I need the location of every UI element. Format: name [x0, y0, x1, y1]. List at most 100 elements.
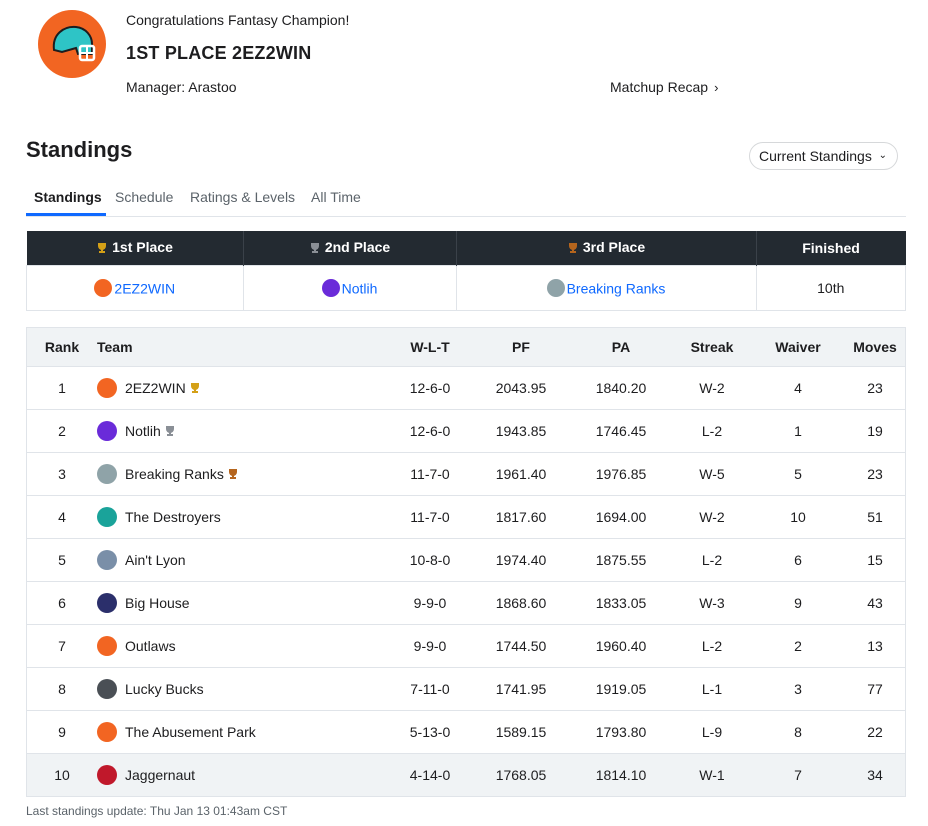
team-logo-icon[interactable]	[97, 378, 117, 398]
team-cell: Breaking Ranks	[97, 452, 387, 496]
waiver-cell: 1	[751, 409, 845, 453]
streak-cell: L-9	[673, 710, 751, 754]
champion-team-logo[interactable]	[38, 10, 106, 78]
team-cell: The Destroyers	[97, 495, 387, 539]
team-name-link[interactable]: Notlih	[125, 423, 161, 439]
col-team[interactable]: Team	[97, 327, 387, 367]
team-logo-icon[interactable]	[97, 765, 117, 785]
second-place-team-link[interactable]: Notlih	[342, 280, 378, 296]
team-name-link[interactable]: The Abusement Park	[125, 724, 256, 740]
team-cell: Notlih	[97, 409, 387, 453]
rank-cell: 6	[26, 581, 97, 625]
waiver-cell: 3	[751, 667, 845, 711]
streak-cell: L-1	[673, 667, 751, 711]
team-logo-icon[interactable]	[97, 679, 117, 699]
table-row: 7 Outlaws 9-9-0 1744.50 1960.40 L-2 2 13	[26, 624, 906, 668]
col-streak[interactable]: Streak	[673, 327, 751, 367]
col-wlt[interactable]: W-L-T	[387, 327, 473, 367]
wlt-cell: 11-7-0	[387, 495, 473, 539]
streak-cell: L-2	[673, 538, 751, 582]
waiver-cell: 2	[751, 624, 845, 668]
wlt-cell: 4-14-0	[387, 753, 473, 797]
moves-cell: 22	[845, 710, 906, 754]
rank-cell: 3	[26, 452, 97, 496]
team-name-link[interactable]: Jaggernaut	[125, 767, 195, 783]
waiver-cell: 5	[751, 452, 845, 496]
champion-title: 1ST PLACE 2EZ2WIN	[126, 43, 312, 63]
team-cell: Lucky Bucks	[97, 667, 387, 711]
team-logo-icon[interactable]	[97, 507, 117, 527]
third-place-team-link[interactable]: Breaking Ranks	[567, 280, 666, 296]
header-finished: Finished	[756, 231, 906, 266]
moves-cell: 34	[845, 753, 906, 797]
team-logo-icon[interactable]	[97, 593, 117, 613]
pa-cell: 1746.45	[569, 409, 673, 453]
waiver-cell: 6	[751, 538, 845, 582]
pa-cell: 1814.10	[569, 753, 673, 797]
wlt-cell: 10-8-0	[387, 538, 473, 582]
pa-cell: 1793.80	[569, 710, 673, 754]
team-logo-icon[interactable]	[97, 722, 117, 742]
pa-cell: 1833.05	[569, 581, 673, 625]
tab-ratings-levels[interactable]: Ratings & Levels	[190, 189, 295, 205]
col-pa[interactable]: PA	[569, 327, 673, 367]
standings-table: Rank Team W-L-T PF PA Streak Waiver Move…	[26, 327, 906, 797]
col-waiver[interactable]: Waiver	[751, 327, 845, 367]
waiver-cell: 10	[751, 495, 845, 539]
streak-cell: W-2	[673, 366, 751, 410]
col-moves[interactable]: Moves	[845, 327, 906, 367]
rank-cell: 8	[26, 667, 97, 711]
streak-cell: W-3	[673, 581, 751, 625]
wlt-cell: 9-9-0	[387, 581, 473, 625]
team-logo-icon[interactable]	[97, 636, 117, 656]
col-rank[interactable]: Rank	[26, 327, 97, 367]
wlt-cell: 5-13-0	[387, 710, 473, 754]
wlt-cell: 11-7-0	[387, 452, 473, 496]
tab-all-time[interactable]: All Time	[311, 189, 361, 205]
team-cell: Outlaws	[97, 624, 387, 668]
tab-schedule[interactable]: Schedule	[115, 189, 173, 205]
gold-trophy-icon	[96, 241, 108, 257]
pa-cell: 1976.85	[569, 452, 673, 496]
team-name-link[interactable]: Big House	[125, 595, 190, 611]
champion-banner: Congratulations Fantasy Champion! 1ST PL…	[38, 10, 898, 110]
tab-standings[interactable]: Standings	[34, 189, 102, 205]
first-place-team-link[interactable]: 2EZ2WIN	[114, 280, 175, 296]
table-row: 10 Jaggernaut 4-14-0 1768.05 1814.10 W-1 7 34	[26, 753, 906, 797]
finished-cell: 10th	[755, 265, 906, 311]
team-name-link[interactable]: Lucky Bucks	[125, 681, 204, 697]
pa-cell: 1840.20	[569, 366, 673, 410]
team-logo-icon	[546, 279, 565, 298]
pf-cell: 1974.40	[473, 538, 569, 582]
team-logo-icon	[321, 279, 340, 298]
section-title: Standings	[26, 137, 133, 162]
waiver-cell: 7	[751, 753, 845, 797]
team-logo-icon[interactable]	[97, 550, 117, 570]
standings-view-dropdown[interactable]: Current Standings ⌄	[749, 142, 898, 170]
col-pf[interactable]: PF	[473, 327, 569, 367]
team-cell: 2EZ2WIN	[97, 366, 387, 410]
moves-cell: 43	[845, 581, 906, 625]
team-logo-icon[interactable]	[97, 421, 117, 441]
gold-trophy-icon	[189, 381, 201, 397]
pa-cell: 1919.05	[569, 667, 673, 711]
streak-cell: L-2	[673, 409, 751, 453]
team-name-link[interactable]: 2EZ2WIN	[125, 380, 186, 396]
team-name-link[interactable]: The Destroyers	[125, 509, 221, 525]
streak-cell: W-1	[673, 753, 751, 797]
pa-cell: 1875.55	[569, 538, 673, 582]
matchup-recap-link[interactable]: Matchup Recap ›	[610, 79, 718, 95]
moves-cell: 23	[845, 452, 906, 496]
matchup-recap-label: Matchup Recap	[610, 79, 709, 95]
team-logo-icon[interactable]	[97, 464, 117, 484]
dropdown-value: Current Standings	[759, 148, 872, 164]
chevron-down-icon: ⌄	[878, 150, 887, 161]
pf-cell: 1768.05	[473, 753, 569, 797]
team-cell: Big House	[97, 581, 387, 625]
team-name-link[interactable]: Ain't Lyon	[125, 552, 186, 568]
moves-cell: 13	[845, 624, 906, 668]
moves-cell: 51	[845, 495, 906, 539]
team-name-link[interactable]: Breaking Ranks	[125, 466, 224, 482]
table-row: 2 Notlih 12-6-0 1943.85 1746.45 L-2 1 19	[26, 409, 906, 453]
team-name-link[interactable]: Outlaws	[125, 638, 176, 654]
